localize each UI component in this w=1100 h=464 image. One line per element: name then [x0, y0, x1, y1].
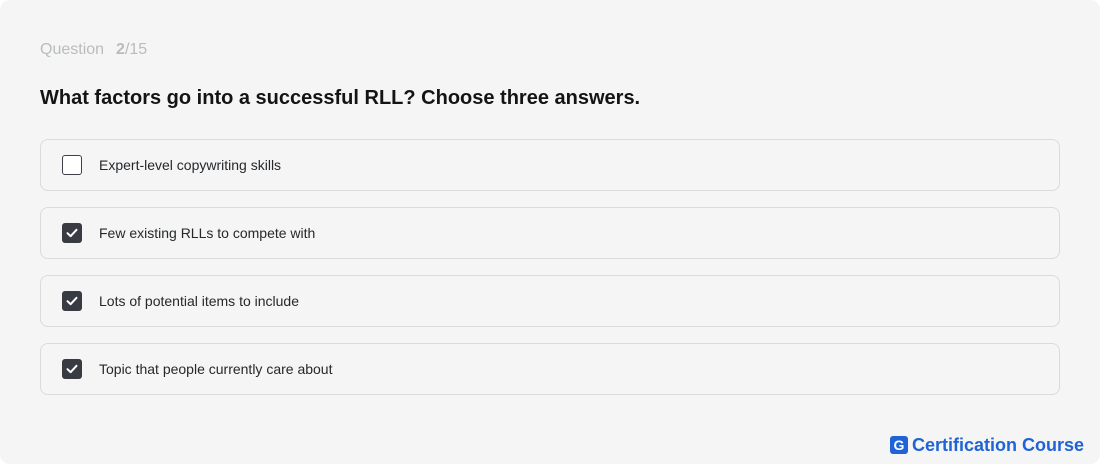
- answer-option-4[interactable]: Topic that people currently care about: [40, 343, 1060, 395]
- progress-current: 2: [116, 41, 125, 58]
- checkbox-checked[interactable]: [62, 359, 82, 379]
- brand-name: Certification Course: [911, 435, 1084, 455]
- answer-option-label: Few existing RLLs to compete with: [99, 225, 316, 241]
- answer-option-3[interactable]: Lots of potential items to include: [40, 275, 1060, 327]
- brand-logo-icon: G: [889, 436, 908, 454]
- checkbox-checked[interactable]: [62, 223, 82, 243]
- answer-option-label: Expert-level copywriting skills: [99, 157, 282, 173]
- answer-option-label: Topic that people currently care about: [99, 361, 333, 377]
- quiz-card: Question 2/15 What factors go into a succ…: [0, 0, 1100, 464]
- answer-option-2[interactable]: Few existing RLLs to compete with: [40, 207, 1060, 259]
- question-text: What factors go into a successful RLL? C…: [40, 87, 641, 109]
- progress-label: Question: [40, 41, 105, 58]
- answer-option-label: Lots of potential items to include: [99, 293, 300, 309]
- brand-footer: G Certification Course: [889, 435, 1084, 455]
- question-progress: Question 2/15: [40, 40, 147, 60]
- check-icon: [66, 296, 78, 306]
- brand-logo-letter: G: [893, 437, 905, 453]
- checkbox-checked[interactable]: [62, 291, 82, 311]
- answer-option-1[interactable]: Expert-level copywriting skills: [40, 139, 1060, 191]
- answer-options: Expert-level copywriting skills Few exis…: [40, 139, 1060, 395]
- progress-total: /15: [124, 41, 148, 58]
- check-icon: [66, 364, 78, 374]
- check-icon: [66, 228, 78, 238]
- checkbox[interactable]: [62, 155, 82, 175]
